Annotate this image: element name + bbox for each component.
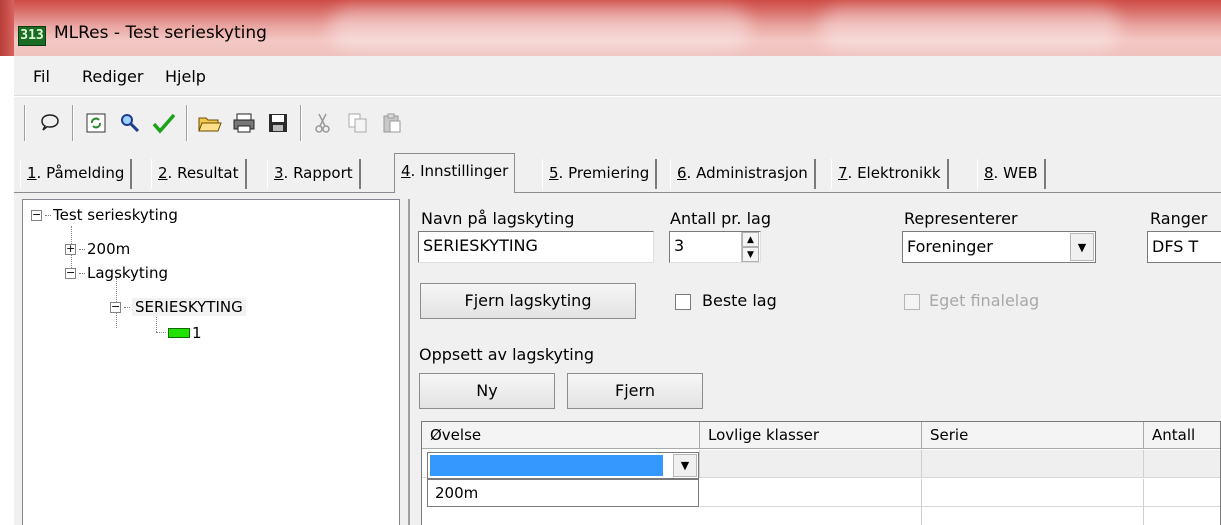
- grid-cell-empty: [700, 507, 922, 525]
- tree-node-serieskyting[interactable]: − SERIESKYTING: [110, 298, 246, 316]
- tree-node-200m[interactable]: +200m: [65, 240, 130, 258]
- tab-elektronikk[interactable]: 7. Elektronikk: [831, 159, 949, 189]
- toolbar: [14, 97, 1221, 151]
- grid-cell-serie[interactable]: [922, 450, 1144, 478]
- cut-icon[interactable]: [308, 107, 340, 139]
- grid-cell-empty: [922, 507, 1144, 525]
- grid-cell-empty: [1144, 507, 1220, 525]
- chevron-down-icon[interactable]: ▼: [673, 454, 697, 477]
- settings-panel: − Test serieskyting +200m − Lagskyting − SE…: [14, 193, 1221, 525]
- team-setup-grid[interactable]: Øvelse Lovlige klasser Serie Antall 0 ▼ …: [421, 421, 1221, 525]
- tree-node-root[interactable]: − Test serieskyting: [31, 206, 178, 224]
- toolbar-separator: [300, 105, 302, 141]
- remove-row-button[interactable]: Fjern: [567, 373, 703, 409]
- setup-label: Oppsett av lagskyting: [419, 345, 594, 364]
- team-count-stepper[interactable]: 3 ▲ ▼: [669, 231, 761, 263]
- title-bar: 313 MLRes - Test serieskyting: [0, 0, 1221, 56]
- grid-cell-antall[interactable]: 0: [1144, 450, 1220, 478]
- rank-label: Ranger: [1150, 209, 1208, 228]
- tab-innstillinger[interactable]: 4. Innstillinger: [394, 153, 516, 193]
- collapse-icon[interactable]: −: [65, 267, 76, 279]
- collapse-icon[interactable]: −: [110, 301, 121, 313]
- column-header-serie[interactable]: Serie: [922, 422, 1144, 449]
- spin-up-icon[interactable]: ▲: [742, 232, 759, 247]
- toolbar-separator: [72, 105, 74, 141]
- column-header-ovelse[interactable]: Øvelse: [422, 422, 700, 449]
- rep-label: Representerer: [904, 209, 1018, 228]
- print-icon[interactable]: [228, 107, 260, 139]
- tree-node-team[interactable]: 1: [168, 324, 202, 342]
- collapse-icon[interactable]: −: [31, 209, 42, 221]
- app-icon: 313: [18, 26, 46, 46]
- tab-administrasjon[interactable]: 6. Administrasjon: [670, 159, 816, 189]
- splitter[interactable]: [408, 199, 410, 525]
- expand-icon[interactable]: +: [65, 243, 76, 255]
- selection-highlight: [430, 455, 663, 476]
- spin-buttons[interactable]: ▲ ▼: [741, 232, 759, 262]
- count-label: Antall pr. lag: [670, 209, 771, 228]
- grid-cell-empty: [700, 479, 922, 507]
- rank-select[interactable]: DFS T: [1147, 231, 1221, 263]
- tab-premiering[interactable]: 5. Premiering: [542, 159, 658, 189]
- glass-highlight: [330, 6, 750, 50]
- ovelse-select[interactable]: ▼: [427, 452, 699, 479]
- speech-bubble-icon[interactable]: [34, 107, 66, 139]
- toolbar-separator: [24, 105, 26, 141]
- spin-down-icon[interactable]: ▼: [742, 247, 759, 262]
- menu-rediger[interactable]: Rediger: [82, 67, 143, 86]
- copy-icon[interactable]: [342, 107, 374, 139]
- menu-fil[interactable]: Fil: [33, 67, 50, 86]
- tree-node-lagskyting[interactable]: − Lagskyting: [65, 264, 168, 282]
- grid-cell-empty: [1144, 479, 1220, 507]
- remove-team-shooting-button[interactable]: Fjern lagskyting: [420, 283, 636, 319]
- chevron-down-icon[interactable]: ▼: [1070, 233, 1094, 261]
- team-icon: [168, 328, 190, 338]
- refresh-icon[interactable]: [80, 107, 112, 139]
- tree-line: [156, 332, 166, 333]
- menu-hjelp[interactable]: Hjelp: [165, 67, 206, 86]
- column-header-klasser[interactable]: Lovlige klasser: [700, 422, 922, 449]
- paste-icon[interactable]: [376, 107, 408, 139]
- team-name-field[interactable]: SERIESKYTING: [418, 231, 654, 263]
- final-team-label: Eget finalelag: [929, 291, 1040, 310]
- dropdown-option-200m[interactable]: 200m: [427, 479, 699, 507]
- tab-strip: 1. Påmelding 2. Resultat 3. Rapport 4. I…: [14, 151, 1221, 193]
- tab-pamelding[interactable]: 1. Påmelding: [20, 159, 133, 189]
- name-label: Navn på lagskyting: [421, 209, 575, 228]
- menu-bar: Fil Rediger Hjelp: [14, 56, 1221, 96]
- final-team-checkbox[interactable]: [904, 294, 920, 310]
- window-title: MLRes - Test serieskyting: [54, 23, 267, 43]
- save-icon[interactable]: [262, 107, 294, 139]
- window-frame-edge: [0, 0, 14, 56]
- best-team-checkbox[interactable]: [675, 294, 691, 310]
- search-icon[interactable]: [114, 107, 146, 139]
- open-folder-icon[interactable]: [194, 107, 226, 139]
- column-header-antall[interactable]: Antall: [1144, 422, 1220, 449]
- grid-cell-klasser[interactable]: [700, 450, 922, 478]
- tab-rapport[interactable]: 3. Rapport: [267, 159, 361, 189]
- best-team-label: Beste lag: [702, 291, 777, 310]
- grid-cell-empty: [922, 479, 1144, 507]
- tab-web[interactable]: 8. WEB: [977, 159, 1046, 189]
- tree-view[interactable]: − Test serieskyting +200m − Lagskyting − SE…: [22, 199, 400, 525]
- check-icon[interactable]: [148, 107, 180, 139]
- toolbar-separator: [186, 105, 188, 141]
- tab-resultat[interactable]: 2. Resultat: [151, 159, 247, 189]
- glass-highlight: [820, 6, 1120, 50]
- rep-select[interactable]: Foreninger ▼: [902, 231, 1096, 263]
- new-row-button[interactable]: Ny: [419, 373, 555, 409]
